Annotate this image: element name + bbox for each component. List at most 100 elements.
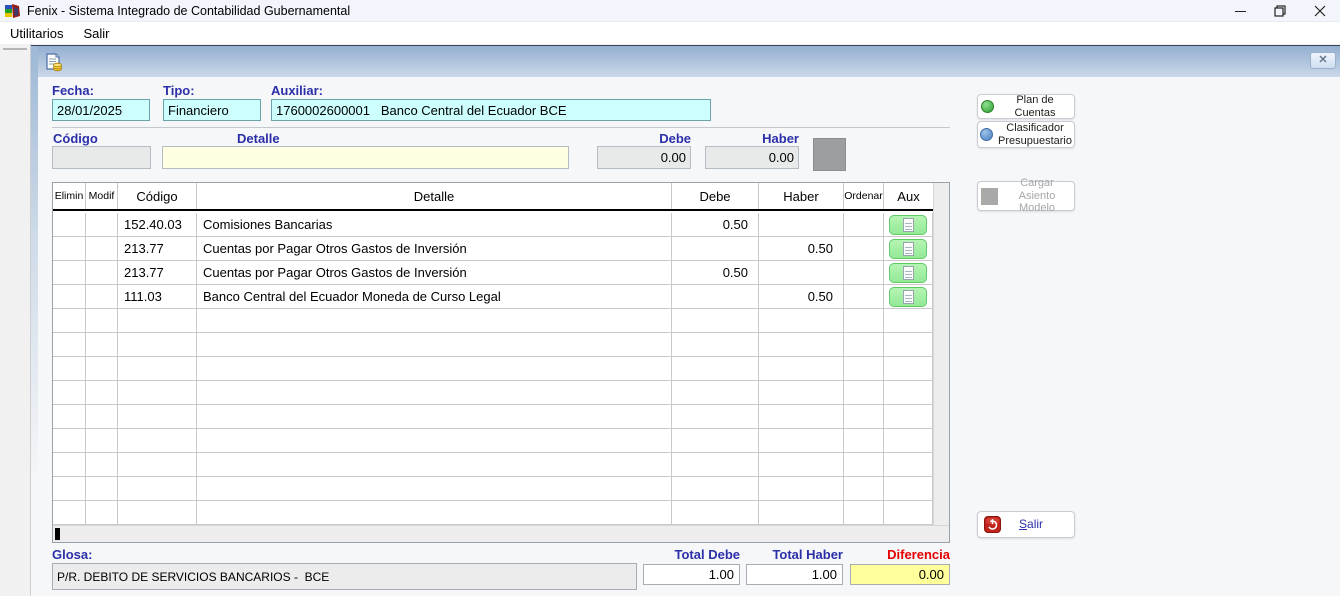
cell-modif[interactable]	[86, 501, 118, 525]
table-horizontal-scrollbar[interactable]	[53, 525, 949, 542]
salir-button[interactable]: Salir	[977, 511, 1075, 538]
child-close-button[interactable]: ✕	[1310, 52, 1336, 69]
cell-ordenar[interactable]	[844, 429, 884, 453]
menu-salir[interactable]: Salir	[73, 22, 119, 44]
cell-modif[interactable]	[86, 333, 118, 357]
cell-debe	[672, 453, 759, 477]
cell-modif[interactable]	[86, 213, 118, 237]
cell-aux	[884, 429, 933, 453]
cell-codigo	[118, 429, 197, 453]
cell-ordenar[interactable]	[844, 237, 884, 261]
cell-elimin[interactable]	[53, 213, 86, 237]
aux-button[interactable]	[889, 263, 927, 283]
cell-ordenar[interactable]	[844, 261, 884, 285]
table-row[interactable]	[53, 453, 933, 477]
cell-ordenar[interactable]	[844, 309, 884, 333]
cell-ordenar[interactable]	[844, 453, 884, 477]
cell-detalle	[197, 309, 672, 333]
total-debe-field: 1.00	[643, 564, 740, 585]
cell-modif[interactable]	[86, 261, 118, 285]
cell-elimin[interactable]	[53, 261, 86, 285]
cell-modif[interactable]	[86, 429, 118, 453]
restore-button[interactable]	[1260, 0, 1300, 22]
cargar-asiento-modelo-button[interactable]: Cargar Asiento Modelo	[977, 181, 1075, 211]
cell-ordenar[interactable]	[844, 333, 884, 357]
codigo-input[interactable]	[52, 146, 151, 169]
cell-ordenar[interactable]	[844, 213, 884, 237]
cell-elimin[interactable]	[53, 333, 86, 357]
cell-elimin[interactable]	[53, 309, 86, 333]
fecha-input[interactable]: 28/01/2025	[52, 99, 150, 121]
cell-ordenar[interactable]	[844, 285, 884, 309]
detalle-input[interactable]	[162, 146, 569, 169]
haber-input[interactable]: 0.00	[705, 146, 799, 169]
cell-elimin[interactable]	[53, 501, 86, 525]
cell-ordenar[interactable]	[844, 381, 884, 405]
close-icon	[1314, 5, 1326, 17]
plan-de-cuentas-button[interactable]: Plan de Cuentas	[977, 94, 1075, 119]
child-window-header	[31, 46, 1340, 77]
horizontal-scroll-thumb[interactable]	[55, 528, 60, 540]
table-row[interactable]: 111.03 Banco Central del Ecuador Moneda …	[53, 285, 933, 309]
cell-detalle	[197, 333, 672, 357]
close-button[interactable]	[1300, 0, 1340, 22]
cell-elimin[interactable]	[53, 285, 86, 309]
table-row[interactable]	[53, 477, 933, 501]
cell-debe	[672, 285, 759, 309]
minimize-button[interactable]	[1220, 0, 1260, 22]
cell-elimin[interactable]	[53, 381, 86, 405]
cell-modif[interactable]	[86, 309, 118, 333]
glosa-input[interactable]: P/R. DEBITO DE SERVICIOS BANCARIOS - BCE	[52, 563, 637, 590]
cell-elimin[interactable]	[53, 453, 86, 477]
cell-ordenar[interactable]	[844, 357, 884, 381]
cell-modif[interactable]	[86, 477, 118, 501]
cell-modif[interactable]	[86, 237, 118, 261]
cell-modif[interactable]	[86, 357, 118, 381]
table-row[interactable]	[53, 309, 933, 333]
cell-modif[interactable]	[86, 453, 118, 477]
cell-ordenar[interactable]	[844, 477, 884, 501]
table-vertical-scrollbar[interactable]	[933, 183, 949, 525]
cargar-line1: Cargar Asiento	[1019, 177, 1056, 202]
table-row[interactable]	[53, 333, 933, 357]
clasificador-presupuestario-button[interactable]: Clasificador Presupuestario	[977, 121, 1075, 148]
cell-modif[interactable]	[86, 405, 118, 429]
debe-input[interactable]: 0.00	[597, 146, 691, 169]
cell-elimin[interactable]	[53, 237, 86, 261]
auxiliar-input[interactable]: 1760002600001 Banco Central del Ecuador …	[271, 99, 711, 121]
cell-modif[interactable]	[86, 285, 118, 309]
splitter-handle[interactable]	[3, 48, 27, 50]
cell-elimin[interactable]	[53, 357, 86, 381]
cell-elimin[interactable]	[53, 477, 86, 501]
table-row[interactable]	[53, 381, 933, 405]
journal-entry-icon[interactable]	[44, 53, 63, 72]
table-row[interactable]: 152.40.03 Comisiones Bancarias 0.50	[53, 213, 933, 237]
cell-haber	[759, 213, 844, 237]
cell-ordenar[interactable]	[844, 501, 884, 525]
cell-aux	[884, 453, 933, 477]
cell-detalle	[197, 429, 672, 453]
cell-detalle	[197, 453, 672, 477]
table-row[interactable]: 213.77 Cuentas por Pagar Otros Gastos de…	[53, 261, 933, 285]
aux-button[interactable]	[889, 215, 927, 235]
document-icon	[903, 290, 914, 304]
tipo-input[interactable]: Financiero	[163, 99, 261, 121]
table-row[interactable]: 213.77 Cuentas por Pagar Otros Gastos de…	[53, 237, 933, 261]
glosa-label: Glosa:	[52, 547, 92, 562]
table-row[interactable]	[53, 405, 933, 429]
cell-haber	[759, 309, 844, 333]
table-row[interactable]	[53, 429, 933, 453]
cell-modif[interactable]	[86, 381, 118, 405]
cell-elimin[interactable]	[53, 429, 86, 453]
aux-button[interactable]	[889, 287, 927, 307]
table-row[interactable]	[53, 357, 933, 381]
table-row[interactable]	[53, 501, 933, 525]
header-debe: Debe	[672, 183, 759, 209]
cargar-label: Cargar Asiento Modelo	[1003, 177, 1071, 215]
cell-ordenar[interactable]	[844, 405, 884, 429]
menu-utilitarios[interactable]: Utilitarios	[0, 22, 73, 44]
cell-elimin[interactable]	[53, 405, 86, 429]
cell-detalle	[197, 477, 672, 501]
add-entry-button[interactable]	[813, 138, 846, 171]
aux-button[interactable]	[889, 239, 927, 259]
